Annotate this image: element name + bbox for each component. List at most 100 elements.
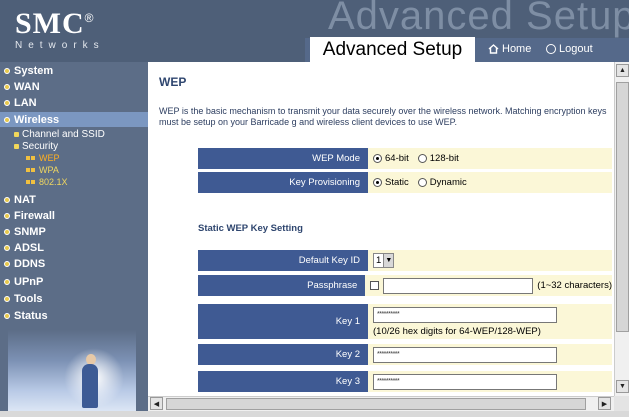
sidebar-subitem-wpa[interactable]: WPA <box>26 165 59 175</box>
sidebar-item-snmp[interactable]: SNMP <box>4 226 46 238</box>
sidebar-subitem-label: WPA <box>39 165 59 175</box>
logout-link[interactable]: Logout <box>546 43 593 55</box>
passphrase-checkbox[interactable] <box>370 281 380 290</box>
header-watermark: Advanced Setup <box>328 0 629 38</box>
radio-button[interactable] <box>373 178 382 187</box>
bullet-icon <box>4 116 10 123</box>
passphrase-hint: (1~32 characters) <box>537 280 612 291</box>
key-dynamic-option[interactable]: Dynamic <box>417 177 467 188</box>
key1-input[interactable]: ********** <box>373 306 557 323</box>
content-area: WEP WEP is the basic mechanism to transm… <box>148 62 614 396</box>
horizontal-scrollbar[interactable]: ◀ ▶ <box>148 396 614 411</box>
logout-label: Logout <box>559 43 593 55</box>
scroll-up-icon[interactable]: ▲ <box>616 64 629 77</box>
home-icon <box>488 44 499 54</box>
page-header-title: Advanced Setup <box>310 37 475 62</box>
bullet-icon <box>14 144 19 149</box>
vertical-scroll-thumb[interactable] <box>616 82 629 332</box>
sidebar-item-system[interactable]: System <box>4 65 53 77</box>
sidebar-item-label: Status <box>14 310 48 322</box>
sidebar-item-status[interactable]: Status <box>4 310 48 322</box>
sidebar-item-nat[interactable]: NAT <box>4 194 36 206</box>
bullet-icon <box>4 100 10 106</box>
key2-row: Key 2 ********** <box>198 344 612 366</box>
passphrase-input[interactable] <box>383 277 534 294</box>
wep-mode-64-option[interactable]: 64-bit <box>373 153 409 164</box>
key-provisioning-label: Key Provisioning <box>198 172 368 194</box>
sidebar-item-ddns[interactable]: DDNS <box>4 258 45 270</box>
key-provisioning-row: Key Provisioning Static Dynamic <box>198 172 612 194</box>
key2-label: Key 2 <box>198 344 368 366</box>
sidebar-subitem-channel-ssid[interactable]: Channel and SSID <box>14 129 105 140</box>
key3-row: Key 3 ********** <box>198 371 612 393</box>
bullet-icon <box>4 68 10 74</box>
sidebar-item-wan[interactable]: WAN <box>4 81 40 93</box>
sidebar-item-firewall[interactable]: Firewall <box>4 210 55 222</box>
sidebar-item-label: ADSL <box>14 242 44 254</box>
bullet-icon <box>4 313 10 319</box>
key1-label: Key 1 <box>198 304 368 340</box>
key2-input[interactable]: ********** <box>373 346 557 363</box>
wep-mode-label: WEP Mode <box>198 148 368 170</box>
sidebar-subitem-label: WEP <box>39 153 60 163</box>
key-static-option[interactable]: Static <box>373 177 409 188</box>
vertical-scrollbar[interactable]: ▲ ▼ <box>614 62 629 396</box>
wep-mode-128-option[interactable]: 128-bit <box>417 153 459 164</box>
sidebar-item-tools[interactable]: Tools <box>4 293 43 305</box>
window-bottom-edge <box>0 411 629 417</box>
logo-text: SMC <box>15 7 85 40</box>
bullet-icon <box>26 168 35 172</box>
radio-button[interactable] <box>417 178 427 187</box>
scroll-left-icon[interactable]: ◀ <box>150 397 163 410</box>
home-link[interactable]: Home <box>488 43 531 55</box>
passphrase-label: Passphrase <box>198 275 366 297</box>
bullet-icon <box>26 180 35 184</box>
default-key-id-label: Default Key ID <box>198 250 368 272</box>
sidebar-subitem-wep[interactable]: WEP <box>26 153 60 163</box>
radio-button[interactable] <box>373 154 382 163</box>
sidebar-subitem-label: 802.1X <box>39 177 68 187</box>
default-key-id-row: Default Key ID 1 ▼ <box>198 250 612 272</box>
sidebar-item-adsl[interactable]: ADSL <box>4 242 44 254</box>
sidebar-subitem-label: Security <box>22 141 59 152</box>
default-key-id-select[interactable]: 1 ▼ <box>373 253 395 268</box>
key3-input[interactable]: ********** <box>373 373 557 390</box>
smc-logo: SMC® <box>15 7 95 41</box>
bullet-icon <box>26 156 35 160</box>
horizontal-scroll-thumb[interactable] <box>166 398 586 410</box>
sidebar-item-label: NAT <box>14 194 36 206</box>
section-heading: Static WEP Key Setting <box>198 223 303 234</box>
home-label: Home <box>502 43 532 55</box>
sidebar: System WAN LAN Wireless Channel and SSID… <box>0 62 148 417</box>
sidebar-item-label: DDNS <box>14 258 46 270</box>
bullet-icon <box>4 197 10 203</box>
key3-label: Key 3 <box>198 371 368 393</box>
sidebar-subitem-security[interactable]: Security <box>14 141 58 152</box>
page-title: WEP <box>159 75 187 89</box>
key1-row: Key 1 ********** (10/26 hex digits for 6… <box>198 304 612 340</box>
scrollbar-corner <box>614 396 629 411</box>
bullet-icon <box>4 261 10 267</box>
scroll-right-icon[interactable]: ▶ <box>598 397 611 410</box>
sidebar-item-label: SNMP <box>14 226 46 238</box>
logo-subtitle: Networks <box>15 40 105 51</box>
bullet-icon <box>4 213 10 219</box>
bullet-icon <box>4 245 10 251</box>
sidebar-item-label: Wireless <box>14 113 60 126</box>
passphrase-row: Passphrase (1~32 characters) <box>198 275 612 297</box>
scroll-down-icon[interactable]: ▼ <box>616 380 629 393</box>
sidebar-item-lan[interactable]: LAN <box>4 97 37 109</box>
sidebar-item-upnp[interactable]: UPnP <box>4 276 43 288</box>
sidebar-item-wireless[interactable]: Wireless <box>0 112 148 127</box>
wep-mode-row: WEP Mode 64-bit 128-bit <box>198 148 612 170</box>
sidebar-decorative-photo <box>8 330 136 417</box>
chevron-down-icon: ▼ <box>383 254 394 267</box>
browser-frame: SMC® Networks Advanced Setup Advanced Se… <box>0 0 629 417</box>
page-description: WEP is the basic mechanism to transmit y… <box>159 106 607 127</box>
bullet-icon <box>4 84 10 90</box>
radio-button[interactable] <box>417 154 427 163</box>
bullet-icon <box>4 279 10 285</box>
sidebar-subitem-8021x[interactable]: 802.1X <box>26 177 68 187</box>
sidebar-item-label: UPnP <box>14 276 44 288</box>
sidebar-item-label: Firewall <box>14 210 55 222</box>
